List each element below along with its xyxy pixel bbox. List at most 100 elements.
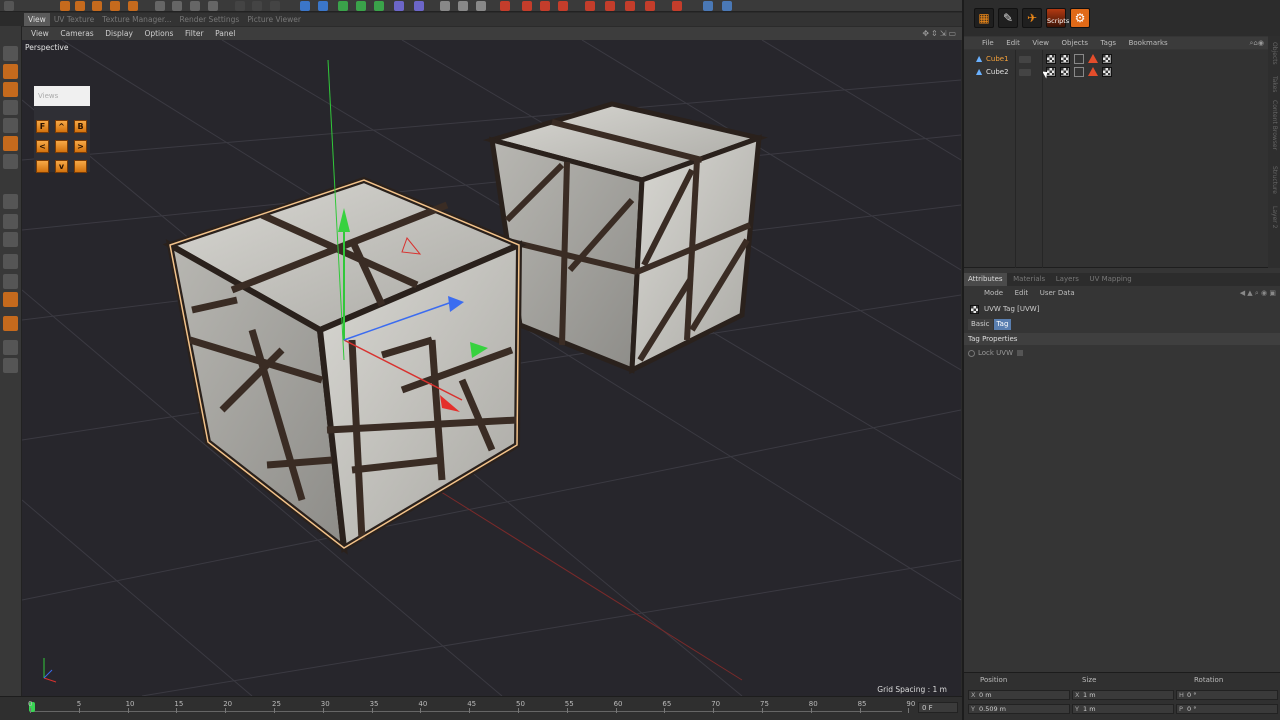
rotation-p-field[interactable]: P0 ° — [1176, 704, 1278, 714]
light-icon[interactable] — [476, 1, 486, 11]
view-perspective-button[interactable] — [55, 140, 68, 153]
object-name[interactable]: Cube1 — [986, 55, 1009, 63]
view-bottom-button[interactable]: v — [55, 160, 68, 173]
viewport-menu-display[interactable]: Display — [105, 27, 133, 40]
viewport-menu-panel[interactable]: Panel — [215, 27, 235, 40]
tab-texture-manager[interactable]: Texture Manager... — [98, 13, 175, 26]
live-selection-icon[interactable] — [110, 1, 120, 11]
cube-icon[interactable] — [300, 1, 310, 11]
uvw-tag-icon[interactable] — [1060, 54, 1070, 64]
view-iso-left-button[interactable] — [36, 160, 49, 173]
visibility-dots[interactable] — [1019, 69, 1031, 76]
view-front-button[interactable]: F — [36, 120, 49, 133]
layout2-icon[interactable] — [722, 1, 732, 11]
texture-tag-2-icon[interactable] — [1102, 54, 1112, 64]
3d-viewport[interactable]: Perspective Grid Spacing : 1 m Views F ^… — [22, 40, 961, 696]
tab-uv-mapping[interactable]: UV Mapping — [1085, 273, 1135, 286]
layout-icon[interactable] — [703, 1, 713, 11]
phong-tag-icon[interactable] — [1088, 54, 1098, 63]
texture-tag-icon[interactable] — [1046, 54, 1056, 64]
render-view-icon[interactable] — [235, 1, 245, 11]
mirror-icon[interactable] — [558, 1, 568, 11]
texture-icon[interactable] — [645, 1, 655, 11]
view-iso-right-button[interactable] — [74, 160, 87, 173]
animation-radio[interactable] — [968, 349, 975, 357]
make-editable-icon[interactable] — [3, 46, 18, 61]
tab-uv-texture[interactable]: UV Texture — [50, 13, 98, 26]
z-axis-icon[interactable] — [190, 1, 200, 11]
tweak-mode-icon[interactable] — [3, 214, 18, 229]
workplane-icon[interactable] — [522, 1, 532, 11]
tab-render-settings[interactable]: Render Settings — [175, 13, 243, 26]
point-mode-icon[interactable] — [3, 118, 18, 133]
size-x-field[interactable]: X1 m — [1072, 690, 1174, 700]
move-tool-icon[interactable] — [60, 1, 70, 11]
workplane-mode-icon[interactable] — [3, 100, 18, 115]
subtab-basic[interactable]: Basic — [968, 319, 993, 330]
object-row-cube2[interactable]: ▲ Cube2 — [964, 66, 1268, 79]
sky-icon[interactable] — [458, 1, 468, 11]
soft-selection-icon[interactable] — [3, 292, 18, 307]
om-menu-file[interactable]: File — [982, 37, 994, 49]
enable-axis-icon[interactable] — [3, 194, 18, 209]
locked-workplane-icon[interactable] — [3, 316, 18, 331]
timeline[interactable]: 0 5 10 15 20 25 30 35 40 45 50 55 60 65 70 75 80 85 90 0 F — [0, 696, 962, 720]
animate-icon[interactable]: ✈ — [1022, 8, 1042, 28]
visibility-dots[interactable] — [1019, 56, 1031, 63]
snap-toggle-icon[interactable] — [3, 274, 18, 289]
side-tab-structure[interactable]: Structure — [1271, 166, 1278, 194]
texture-tag-2-icon[interactable] — [1102, 67, 1112, 77]
tab-view[interactable]: View — [24, 13, 50, 26]
axis-mode-icon[interactable] — [3, 358, 18, 373]
add-icon[interactable] — [128, 1, 138, 11]
viewport-solo-icon[interactable] — [3, 254, 18, 269]
view-right-button[interactable]: > — [74, 140, 87, 153]
viewport-menu-view[interactable]: View — [31, 27, 49, 40]
lock-uvw-option[interactable]: Lock UVW — [968, 347, 1024, 359]
rotation-h-field[interactable]: H0 ° — [1176, 690, 1278, 700]
undo-icon[interactable] — [4, 1, 14, 11]
sculpt-icon[interactable] — [625, 1, 635, 11]
checker-icon[interactable] — [585, 1, 595, 11]
viewport-menu-filter[interactable]: Filter — [185, 27, 204, 40]
material-tag-icon[interactable] — [1074, 54, 1084, 64]
view-left-button[interactable]: < — [36, 140, 49, 153]
position-y-field[interactable]: Y 0.509 m — [968, 704, 1070, 714]
nurbs-icon[interactable] — [338, 1, 348, 11]
section-header[interactable]: Tag Properties — [964, 333, 1280, 345]
om-menu-bookmarks[interactable]: Bookmarks — [1129, 37, 1168, 49]
render-button-icon[interactable]: ▦ — [974, 8, 994, 28]
polygon-mode-icon[interactable] — [3, 154, 18, 169]
om-search-icon[interactable]: ⌕⌂◉ — [1250, 37, 1264, 49]
side-tab-objects[interactable]: Objects — [1271, 42, 1278, 65]
array-icon[interactable] — [356, 1, 366, 11]
scene-icon[interactable] — [394, 1, 404, 11]
model-mode-icon[interactable] — [3, 64, 18, 79]
om-menu-view[interactable]: View — [1032, 37, 1049, 49]
x-axis-icon[interactable] — [155, 1, 165, 11]
attr-nav-icons[interactable]: ◀ ▲ ⌕ ◉ ▣ — [1240, 287, 1276, 300]
subtab-tag[interactable]: Tag — [993, 319, 1012, 330]
viewport-menu-options[interactable]: Options — [144, 27, 173, 40]
om-menu-edit[interactable]: Edit — [1006, 37, 1020, 49]
viewport-camera-label[interactable]: Perspective — [25, 43, 68, 52]
paint-icon[interactable] — [605, 1, 615, 11]
side-tab-takes[interactable]: Takes — [1271, 76, 1278, 92]
side-tab-layer[interactable]: Layer 2 — [1271, 206, 1278, 228]
texture-mode-icon[interactable] — [3, 82, 18, 97]
planar-workplane-icon[interactable] — [3, 340, 18, 355]
rotate-tool-icon[interactable] — [92, 1, 102, 11]
attr-menu-edit[interactable]: Edit — [1015, 287, 1029, 300]
om-menu-tags[interactable]: Tags — [1101, 37, 1117, 49]
object-name[interactable]: Cube2 — [986, 68, 1009, 76]
viewport-menu-cameras[interactable]: Cameras — [60, 27, 93, 40]
tab-attributes[interactable]: Attributes — [964, 273, 1007, 286]
tools-icon[interactable]: ✎ — [998, 8, 1018, 28]
render-picture-viewer-icon[interactable] — [252, 1, 262, 11]
om-menu-objects[interactable]: Objects — [1062, 37, 1088, 49]
material-tag-icon[interactable] — [1074, 67, 1084, 77]
spline-icon[interactable] — [318, 1, 328, 11]
size-y-field[interactable]: Y1 m — [1072, 704, 1174, 714]
record-icon[interactable] — [672, 1, 682, 11]
tab-picture-viewer[interactable]: Picture Viewer — [243, 13, 305, 26]
